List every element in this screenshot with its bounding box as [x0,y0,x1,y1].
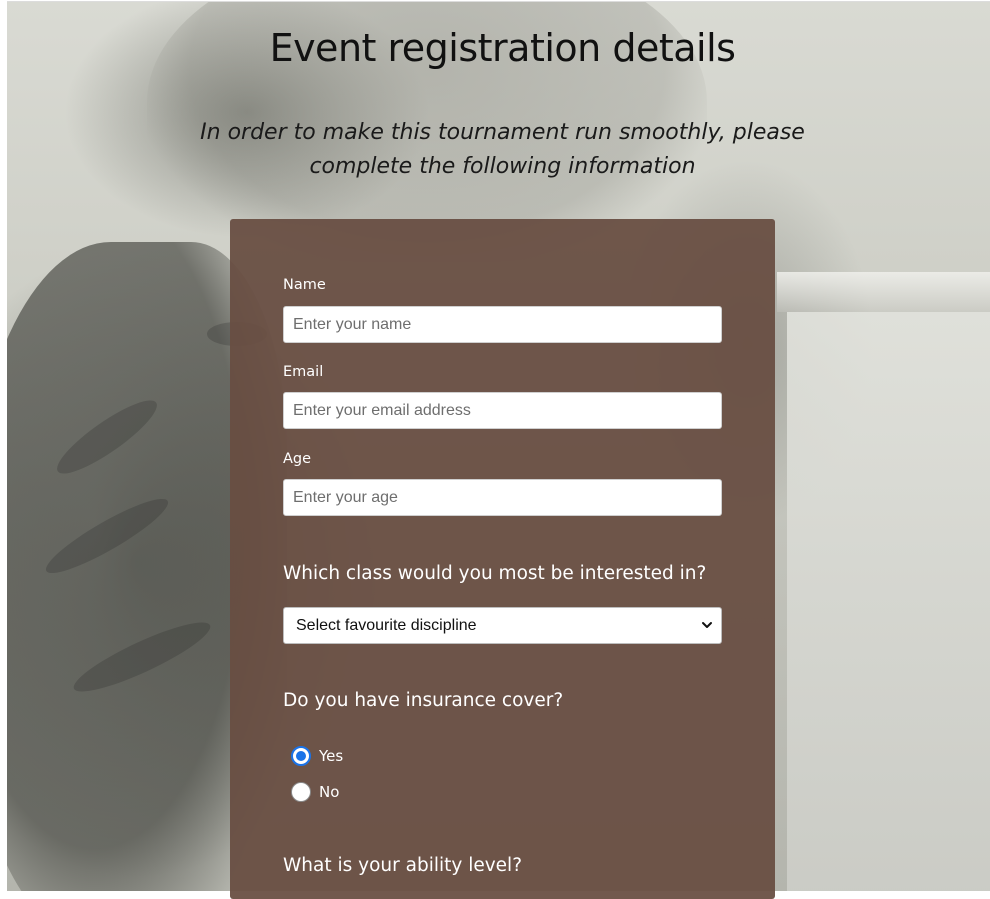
name-label: Name [283,277,326,293]
discipline-select[interactable]: Select favourite discipline [283,607,722,644]
insurance-option-yes[interactable]: Yes [291,745,343,767]
age-label: Age [283,451,312,467]
registration-form: Name Email Age Which class would you mos… [230,219,775,899]
name-input[interactable] [283,306,722,343]
insurance-question: Do you have insurance cover? [283,690,564,711]
radio-yes-label: Yes [319,747,344,765]
age-input[interactable] [283,479,722,516]
email-input[interactable] [283,392,722,429]
chevron-down-icon [702,622,712,628]
radio-no-label: No [319,783,340,801]
radio-no[interactable] [291,782,311,802]
class-question: Which class would you most be interested… [283,563,707,584]
insurance-option-no[interactable]: No [291,781,339,803]
email-label: Email [283,364,324,380]
radio-yes[interactable] [291,746,311,766]
discipline-select-value: Select favourite discipline [296,617,477,634]
ability-question: What is your ability level? [283,855,523,876]
page-title: Event registration details [269,26,736,70]
background-window-band [777,272,990,312]
page-subtitle: In order to make this tournament run smo… [200,120,805,179]
background-light-panel [787,312,990,891]
